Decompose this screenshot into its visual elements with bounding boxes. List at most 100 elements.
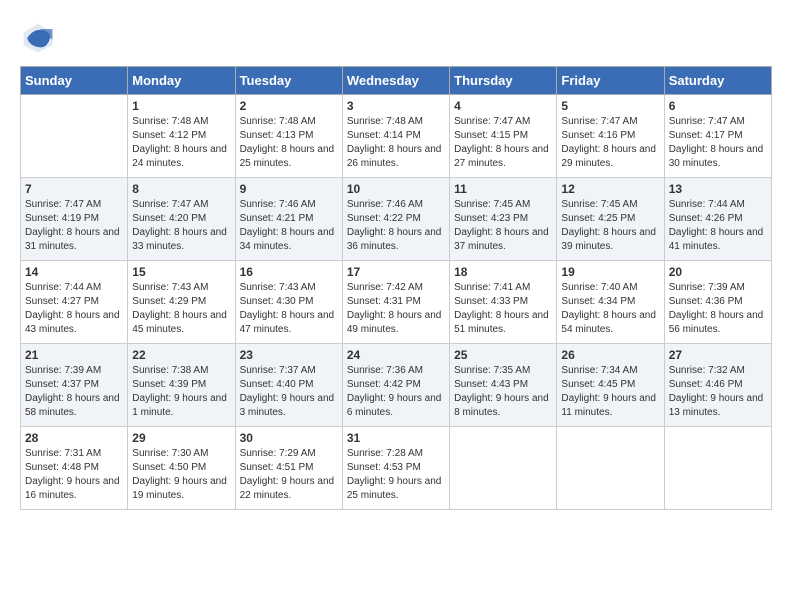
calendar-cell: 2 Sunrise: 7:48 AMSunset: 4:13 PMDaylight… bbox=[235, 95, 342, 178]
day-info: Sunrise: 7:46 AMSunset: 4:22 PMDaylight:… bbox=[347, 198, 445, 254]
day-info: Sunrise: 7:47 AMSunset: 4:15 PMDaylight:… bbox=[454, 115, 552, 171]
day-info: Sunrise: 7:41 AMSunset: 4:33 PMDaylight:… bbox=[454, 281, 552, 337]
day-info: Sunrise: 7:36 AMSunset: 4:42 PMDaylight:… bbox=[347, 364, 445, 420]
calendar-cell: 21 Sunrise: 7:39 AMSunset: 4:37 PMDayligh… bbox=[21, 344, 128, 427]
day-number: 27 bbox=[669, 348, 767, 362]
day-info: Sunrise: 7:48 AMSunset: 4:12 PMDaylight:… bbox=[132, 115, 230, 171]
day-number: 2 bbox=[240, 99, 338, 113]
day-number: 18 bbox=[454, 265, 552, 279]
calendar-cell: 10 Sunrise: 7:46 AMSunset: 4:22 PMDayligh… bbox=[342, 178, 449, 261]
day-info: Sunrise: 7:31 AMSunset: 4:48 PMDaylight:… bbox=[25, 447, 123, 503]
day-number: 28 bbox=[25, 431, 123, 445]
calendar-cell: 19 Sunrise: 7:40 AMSunset: 4:34 PMDayligh… bbox=[557, 261, 664, 344]
col-header-friday: Friday bbox=[557, 67, 664, 95]
day-info: Sunrise: 7:39 AMSunset: 4:37 PMDaylight:… bbox=[25, 364, 123, 420]
calendar-cell: 29 Sunrise: 7:30 AMSunset: 4:50 PMDayligh… bbox=[128, 427, 235, 510]
day-number: 3 bbox=[347, 99, 445, 113]
col-header-sunday: Sunday bbox=[21, 67, 128, 95]
day-number: 1 bbox=[132, 99, 230, 113]
day-number: 14 bbox=[25, 265, 123, 279]
day-info: Sunrise: 7:38 AMSunset: 4:39 PMDaylight:… bbox=[132, 364, 230, 420]
logo bbox=[20, 20, 60, 56]
day-number: 23 bbox=[240, 348, 338, 362]
calendar-cell: 4 Sunrise: 7:47 AMSunset: 4:15 PMDaylight… bbox=[450, 95, 557, 178]
day-number: 4 bbox=[454, 99, 552, 113]
day-info: Sunrise: 7:30 AMSunset: 4:50 PMDaylight:… bbox=[132, 447, 230, 503]
day-info: Sunrise: 7:45 AMSunset: 4:25 PMDaylight:… bbox=[561, 198, 659, 254]
day-info: Sunrise: 7:39 AMSunset: 4:36 PMDaylight:… bbox=[669, 281, 767, 337]
day-info: Sunrise: 7:48 AMSunset: 4:13 PMDaylight:… bbox=[240, 115, 338, 171]
day-info: Sunrise: 7:37 AMSunset: 4:40 PMDaylight:… bbox=[240, 364, 338, 420]
calendar-table: SundayMondayTuesdayWednesdayThursdayFrid… bbox=[20, 66, 772, 510]
calendar-cell: 13Sunrise: 7:44 AMSunset: 4:26 PMDayligh… bbox=[664, 178, 771, 261]
calendar-cell: 27 Sunrise: 7:32 AMSunset: 4:46 PMDayligh… bbox=[664, 344, 771, 427]
day-info: Sunrise: 7:44 AMSunset: 4:27 PMDaylight:… bbox=[25, 281, 123, 337]
day-number: 10 bbox=[347, 182, 445, 196]
day-number: 8 bbox=[132, 182, 230, 196]
day-info: Sunrise: 7:48 AMSunset: 4:14 PMDaylight:… bbox=[347, 115, 445, 171]
day-number: 30 bbox=[240, 431, 338, 445]
day-number: 29 bbox=[132, 431, 230, 445]
day-number: 11 bbox=[454, 182, 552, 196]
calendar-cell: 14 Sunrise: 7:44 AMSunset: 4:27 PMDayligh… bbox=[21, 261, 128, 344]
calendar-cell: 5 Sunrise: 7:47 AMSunset: 4:16 PMDaylight… bbox=[557, 95, 664, 178]
calendar-cell: 9 Sunrise: 7:46 AMSunset: 4:21 PMDaylight… bbox=[235, 178, 342, 261]
day-info: Sunrise: 7:32 AMSunset: 4:46 PMDaylight:… bbox=[669, 364, 767, 420]
day-number: 16 bbox=[240, 265, 338, 279]
day-number: 17 bbox=[347, 265, 445, 279]
day-number: 19 bbox=[561, 265, 659, 279]
day-number: 25 bbox=[454, 348, 552, 362]
calendar-cell bbox=[557, 427, 664, 510]
day-info: Sunrise: 7:40 AMSunset: 4:34 PMDaylight:… bbox=[561, 281, 659, 337]
day-info: Sunrise: 7:46 AMSunset: 4:21 PMDaylight:… bbox=[240, 198, 338, 254]
day-info: Sunrise: 7:47 AMSunset: 4:16 PMDaylight:… bbox=[561, 115, 659, 171]
calendar-cell: 17 Sunrise: 7:42 AMSunset: 4:31 PMDayligh… bbox=[342, 261, 449, 344]
calendar-cell: 24 Sunrise: 7:36 AMSunset: 4:42 PMDayligh… bbox=[342, 344, 449, 427]
calendar-cell bbox=[450, 427, 557, 510]
day-number: 12 bbox=[561, 182, 659, 196]
calendar-cell bbox=[21, 95, 128, 178]
day-info: Sunrise: 7:45 AMSunset: 4:23 PMDaylight:… bbox=[454, 198, 552, 254]
day-info: Sunrise: 7:34 AMSunset: 4:45 PMDaylight:… bbox=[561, 364, 659, 420]
calendar-cell: 8 Sunrise: 7:47 AMSunset: 4:20 PMDaylight… bbox=[128, 178, 235, 261]
calendar-cell: 30 Sunrise: 7:29 AMSunset: 4:51 PMDayligh… bbox=[235, 427, 342, 510]
day-number: 15 bbox=[132, 265, 230, 279]
col-header-thursday: Thursday bbox=[450, 67, 557, 95]
day-number: 7 bbox=[25, 182, 123, 196]
calendar-cell: 12 Sunrise: 7:45 AMSunset: 4:25 PMDayligh… bbox=[557, 178, 664, 261]
calendar-cell: 25 Sunrise: 7:35 AMSunset: 4:43 PMDayligh… bbox=[450, 344, 557, 427]
calendar-cell bbox=[664, 427, 771, 510]
calendar-cell: 7 Sunrise: 7:47 AMSunset: 4:19 PMDaylight… bbox=[21, 178, 128, 261]
day-info: Sunrise: 7:28 AMSunset: 4:53 PMDaylight:… bbox=[347, 447, 445, 503]
day-info: Sunrise: 7:29 AMSunset: 4:51 PMDaylight:… bbox=[240, 447, 338, 503]
day-number: 9 bbox=[240, 182, 338, 196]
day-number: 26 bbox=[561, 348, 659, 362]
calendar-cell: 20 Sunrise: 7:39 AMSunset: 4:36 PMDayligh… bbox=[664, 261, 771, 344]
calendar-cell: 18 Sunrise: 7:41 AMSunset: 4:33 PMDayligh… bbox=[450, 261, 557, 344]
day-info: Sunrise: 7:43 AMSunset: 4:30 PMDaylight:… bbox=[240, 281, 338, 337]
day-info: Sunrise: 7:47 AMSunset: 4:19 PMDaylight:… bbox=[25, 198, 123, 254]
calendar-cell: 11 Sunrise: 7:45 AMSunset: 4:23 PMDayligh… bbox=[450, 178, 557, 261]
day-number: 13 bbox=[669, 182, 767, 196]
calendar-cell: 3 Sunrise: 7:48 AMSunset: 4:14 PMDaylight… bbox=[342, 95, 449, 178]
day-info: Sunrise: 7:47 AMSunset: 4:17 PMDaylight:… bbox=[669, 115, 767, 171]
calendar-cell: 26 Sunrise: 7:34 AMSunset: 4:45 PMDayligh… bbox=[557, 344, 664, 427]
day-number: 22 bbox=[132, 348, 230, 362]
day-number: 31 bbox=[347, 431, 445, 445]
col-header-tuesday: Tuesday bbox=[235, 67, 342, 95]
day-number: 24 bbox=[347, 348, 445, 362]
calendar-cell: 23 Sunrise: 7:37 AMSunset: 4:40 PMDayligh… bbox=[235, 344, 342, 427]
day-info: Sunrise: 7:47 AMSunset: 4:20 PMDaylight:… bbox=[132, 198, 230, 254]
day-info: Sunrise: 7:42 AMSunset: 4:31 PMDaylight:… bbox=[347, 281, 445, 337]
calendar-cell: 28 Sunrise: 7:31 AMSunset: 4:48 PMDayligh… bbox=[21, 427, 128, 510]
day-number: 21 bbox=[25, 348, 123, 362]
logo-icon bbox=[20, 20, 56, 56]
day-number: 5 bbox=[561, 99, 659, 113]
col-header-saturday: Saturday bbox=[664, 67, 771, 95]
day-number: 20 bbox=[669, 265, 767, 279]
col-header-monday: Monday bbox=[128, 67, 235, 95]
calendar-cell: 31 Sunrise: 7:28 AMSunset: 4:53 PMDayligh… bbox=[342, 427, 449, 510]
col-header-wednesday: Wednesday bbox=[342, 67, 449, 95]
day-info: Sunrise: 7:35 AMSunset: 4:43 PMDaylight:… bbox=[454, 364, 552, 420]
calendar-cell: 1 Sunrise: 7:48 AMSunset: 4:12 PMDaylight… bbox=[128, 95, 235, 178]
